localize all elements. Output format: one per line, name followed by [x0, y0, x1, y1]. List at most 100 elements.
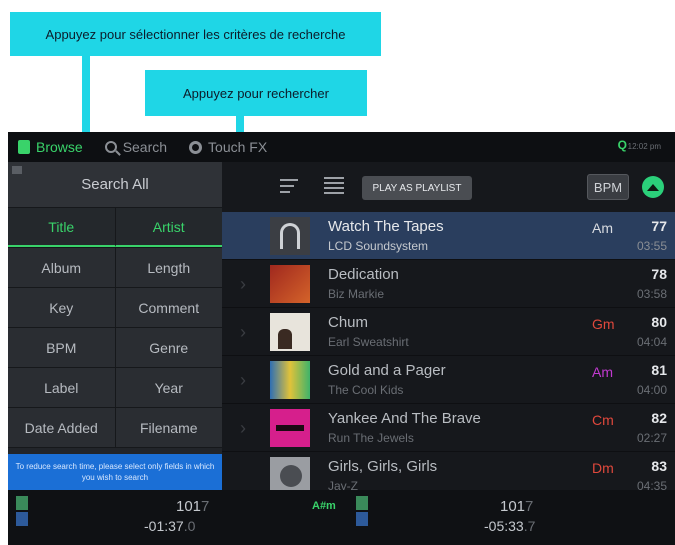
criteria-row: Title Artist — [8, 208, 222, 248]
track-row[interactable]: › Yankee And The Brave Run The Jewels Cm… — [222, 404, 675, 452]
search-icon — [104, 141, 117, 153]
track-artist: LCD Soundsystem — [328, 239, 429, 253]
top-bar: Browse Search Touch FX Q 12:02 pm — [8, 132, 675, 162]
track-list: Watch The Tapes LCD Soundsystem Am 77 03… — [222, 212, 675, 500]
track-title: Dedication — [328, 266, 399, 283]
criteria-row: Key Comment — [8, 288, 222, 328]
track-bpm: 78 — [651, 266, 667, 282]
criteria-key[interactable]: Key — [8, 288, 116, 327]
track-row[interactable]: › Dedication Biz Markie 78 03:58 — [222, 260, 675, 308]
tab-search[interactable]: Search — [104, 139, 168, 155]
deck-right-time-decimal: .7 — [523, 518, 536, 534]
album-art — [270, 361, 310, 399]
chevron-right-icon: › — [240, 418, 246, 438]
folder-icon — [18, 140, 30, 154]
deck-right-time-value: -05:33 — [484, 518, 524, 534]
track-bpm: 82 — [651, 410, 667, 426]
criteria-row: Date Added Filename — [8, 408, 222, 448]
track-length: 04:04 — [636, 335, 667, 349]
criteria-title[interactable]: Title — [8, 208, 116, 247]
deck-status-bar: 1017 -01:37.0 A#m 1017 -05:33.7 — [8, 490, 675, 545]
track-length: 03:55 — [636, 239, 667, 253]
track-length: 02:27 — [636, 431, 667, 445]
track-key: Cm — [592, 412, 614, 428]
criteria-filename[interactable]: Filename — [115, 408, 222, 447]
list-toolbar: PLAY AS PLAYLIST BPM — [222, 162, 675, 212]
tab-touch-fx[interactable]: Touch FX — [189, 139, 267, 155]
track-title: Gold and a Pager — [328, 362, 446, 379]
edit-list-icon[interactable] — [280, 179, 302, 195]
chevron-right-icon: › — [240, 274, 246, 294]
criteria-date-added[interactable]: Date Added — [8, 408, 116, 447]
deck-right-bpm: 1017 — [500, 498, 533, 515]
track-title: Watch The Tapes — [328, 218, 444, 235]
deck-left-key: A#m — [312, 500, 336, 512]
deck-left-sync-icon — [16, 496, 28, 510]
album-art — [270, 265, 310, 303]
callout-search: Appuyez pour rechercher — [145, 70, 367, 116]
deck-left-bpm-value: 101 — [176, 498, 202, 515]
tab-label: Browse — [36, 139, 83, 155]
chevron-right-icon: › — [240, 322, 246, 342]
track-title: Yankee And The Brave — [328, 410, 481, 427]
deck-right-time: -05:33.7 — [484, 518, 535, 534]
track-bpm: 77 — [651, 218, 667, 234]
sort-up-icon[interactable] — [642, 176, 664, 198]
chevron-right-icon: › — [240, 370, 246, 390]
track-row[interactable]: Watch The Tapes LCD Soundsystem Am 77 03… — [222, 212, 675, 260]
track-bpm: 81 — [651, 362, 667, 378]
deck-left-time-value: -01:37 — [144, 518, 184, 534]
track-artist: The Cool Kids — [328, 383, 404, 397]
q-indicator: Q — [617, 138, 627, 152]
list-view-icon[interactable] — [324, 177, 344, 197]
clock: 12:02 pm — [627, 142, 661, 151]
criteria-grid: Title Artist Album Length Key Comment BP… — [8, 208, 222, 448]
bpm-sort-button[interactable]: BPM — [587, 174, 629, 200]
track-length: 04:00 — [636, 383, 667, 397]
criteria-bpm[interactable]: BPM — [8, 328, 116, 367]
track-row[interactable]: › Chum Earl Sweatshirt Gm 80 04:04 — [222, 308, 675, 356]
deck-left-time-decimal: .0 — [183, 518, 196, 534]
tab-label: Search — [122, 139, 168, 155]
tab-browse[interactable]: Browse — [18, 139, 83, 155]
device-screen: Browse Search Touch FX Q 12:02 pm Search… — [8, 132, 675, 545]
criteria-year[interactable]: Year — [115, 368, 222, 407]
track-title: Chum — [328, 314, 369, 331]
criteria-label[interactable]: Label — [8, 368, 116, 407]
deck-left-bpm-decimal: 7 — [201, 498, 210, 515]
track-artist: Biz Markie — [328, 287, 385, 301]
criteria-album[interactable]: Album — [8, 248, 116, 287]
deck-right-bpm-value: 101 — [500, 498, 526, 515]
album-art — [270, 313, 310, 351]
track-key: Gm — [592, 316, 615, 332]
deck-right-bpm-decimal: 7 — [525, 498, 534, 515]
track-key: Am — [592, 220, 613, 236]
search-criteria-panel: Search All Title Artist Album Length Key… — [8, 162, 222, 490]
track-title: Girls, Girls, Girls — [328, 458, 438, 475]
panel-toggle-icon[interactable] — [12, 166, 22, 174]
page-root: Appuyez pour sélectionner les critères d… — [0, 0, 675, 545]
track-length: 03:58 — [636, 287, 667, 301]
play-as-playlist-button[interactable]: PLAY AS PLAYLIST — [362, 176, 472, 200]
track-artist: Earl Sweatshirt — [328, 335, 409, 349]
criteria-length[interactable]: Length — [115, 248, 222, 287]
track-row[interactable]: › Gold and a Pager The Cool Kids Am 81 0… — [222, 356, 675, 404]
touch-fx-icon — [189, 140, 203, 154]
search-info-note: To reduce search time, please select onl… — [8, 454, 222, 490]
album-art — [270, 409, 310, 447]
deck-left-time: -01:37.0 — [144, 518, 195, 534]
deck-left-lead-icon — [16, 512, 28, 526]
criteria-comment[interactable]: Comment — [115, 288, 222, 327]
tab-label: Touch FX — [208, 139, 268, 155]
criteria-genre[interactable]: Genre — [115, 328, 222, 367]
track-list-panel: PLAY AS PLAYLIST BPM Watch The Tapes LCD… — [222, 162, 675, 500]
track-key: Am — [592, 364, 613, 380]
track-bpm: 83 — [651, 458, 667, 474]
criteria-row: Album Length — [8, 248, 222, 288]
track-key: Dm — [592, 460, 614, 476]
search-all-button[interactable]: Search All — [8, 162, 222, 208]
criteria-artist[interactable]: Artist — [115, 208, 222, 247]
deck-left-bpm: 1017 — [176, 498, 209, 515]
callout-select-criteria: Appuyez pour sélectionner les critères d… — [10, 12, 381, 56]
deck-right-sync-icon — [356, 496, 368, 510]
